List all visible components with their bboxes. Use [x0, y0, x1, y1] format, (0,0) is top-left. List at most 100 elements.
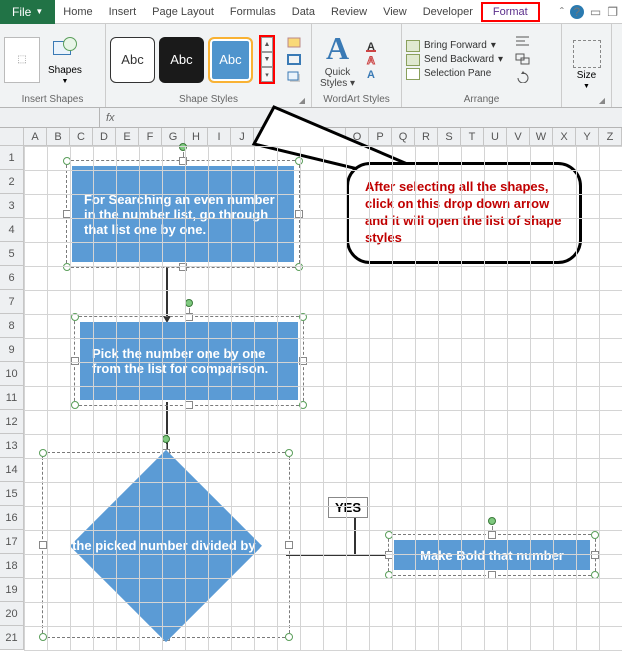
file-tab[interactable]: File ▼: [0, 0, 55, 24]
tab-format[interactable]: Format: [481, 2, 540, 22]
ribbon-collapse-icon[interactable]: ˆ: [560, 5, 564, 19]
row-header[interactable]: 10: [0, 362, 24, 386]
tab-developer[interactable]: Developer: [415, 2, 481, 22]
column-header[interactable]: B: [47, 128, 70, 145]
shape-style-2[interactable]: Abc: [159, 37, 204, 83]
select-all-corner[interactable]: [0, 128, 24, 145]
column-header[interactable]: A: [24, 128, 47, 145]
name-box[interactable]: [0, 108, 100, 127]
shape-fill-icon[interactable]: [287, 36, 307, 50]
tab-view[interactable]: View: [375, 2, 415, 22]
resize-handle[interactable]: [295, 157, 303, 165]
cells-area[interactable]: For Searching an even number in the numb…: [24, 146, 622, 650]
column-header[interactable]: F: [139, 128, 162, 145]
row-header[interactable]: 15: [0, 482, 24, 506]
column-header[interactable]: E: [116, 128, 139, 145]
resize-handle[interactable]: [71, 357, 79, 365]
rotate-icon[interactable]: [515, 71, 531, 85]
shape-gallery-panel[interactable]: ⬚: [4, 37, 40, 83]
resize-handle[interactable]: [295, 210, 303, 218]
column-header[interactable]: Z: [599, 128, 622, 145]
column-header[interactable]: V: [507, 128, 530, 145]
quick-styles-button[interactable]: A Quick Styles ▾: [320, 30, 355, 89]
row-header[interactable]: 20: [0, 602, 24, 626]
resize-handle[interactable]: [591, 551, 599, 559]
resize-handle[interactable]: [295, 263, 303, 271]
tab-page-layout[interactable]: Page Layout: [144, 2, 222, 22]
column-header[interactable]: S: [438, 128, 461, 145]
rotation-handle[interactable]: [185, 299, 193, 307]
gallery-up-icon[interactable]: ▲: [261, 37, 273, 52]
tab-review[interactable]: Review: [323, 2, 375, 22]
resize-handle[interactable]: [71, 401, 79, 409]
flowchart-diamond[interactable]: Is the picked number divided by 2?: [48, 458, 284, 632]
row-header[interactable]: 21: [0, 626, 24, 650]
column-header[interactable]: U: [484, 128, 507, 145]
column-header[interactable]: C: [70, 128, 93, 145]
column-header[interactable]: Y: [576, 128, 599, 145]
align-icon[interactable]: [515, 35, 531, 49]
shape-effects-icon[interactable]: [287, 70, 307, 84]
shape-outline-icon[interactable]: [287, 53, 307, 67]
row-header[interactable]: 17: [0, 530, 24, 554]
gallery-more-icon[interactable]: ▾: [261, 67, 273, 82]
resize-handle[interactable]: [185, 401, 193, 409]
row-header[interactable]: 16: [0, 506, 24, 530]
size-launcher-icon[interactable]: ◢: [599, 96, 605, 105]
text-fill-icon[interactable]: A: [365, 40, 381, 52]
resize-handle[interactable]: [39, 541, 47, 549]
row-header[interactable]: 13: [0, 434, 24, 458]
rotation-handle[interactable]: [162, 435, 170, 443]
column-header[interactable]: W: [530, 128, 553, 145]
row-header[interactable]: 14: [0, 458, 24, 482]
callout-annotation[interactable]: After selecting all the shapes, click on…: [346, 162, 582, 264]
text-outline-icon[interactable]: A: [365, 54, 381, 66]
resize-handle[interactable]: [285, 633, 293, 641]
row-header[interactable]: 9: [0, 338, 24, 362]
row-header[interactable]: 2: [0, 170, 24, 194]
fx-icon[interactable]: fx: [100, 112, 121, 124]
column-header[interactable]: T: [461, 128, 484, 145]
column-header[interactable]: D: [93, 128, 116, 145]
row-header[interactable]: 8: [0, 314, 24, 338]
row-header[interactable]: 6: [0, 266, 24, 290]
column-header[interactable]: H: [185, 128, 208, 145]
restore-icon[interactable]: ❐: [607, 5, 618, 19]
flowchart-box-2[interactable]: Pick the number one by one from the list…: [80, 322, 298, 400]
flowchart-box-3[interactable]: Make Bold that number: [394, 540, 590, 570]
shape-style-1[interactable]: Abc: [110, 37, 155, 83]
gallery-down-icon[interactable]: ▼: [261, 52, 273, 67]
row-header[interactable]: 11: [0, 386, 24, 410]
resize-handle[interactable]: [39, 449, 47, 457]
tab-insert[interactable]: Insert: [101, 2, 145, 22]
shapes-button[interactable]: Shapes ▼: [48, 35, 82, 85]
row-header[interactable]: 12: [0, 410, 24, 434]
resize-handle[interactable]: [285, 449, 293, 457]
send-backward-button[interactable]: Send Backward ▾: [406, 54, 503, 66]
column-header[interactable]: I: [208, 128, 231, 145]
row-header[interactable]: 5: [0, 242, 24, 266]
row-header[interactable]: 3: [0, 194, 24, 218]
size-icon[interactable]: [573, 40, 601, 68]
group-icon[interactable]: [515, 53, 531, 67]
row-header[interactable]: 18: [0, 554, 24, 578]
tab-formulas[interactable]: Formulas: [222, 2, 284, 22]
column-header[interactable]: R: [415, 128, 438, 145]
help-icon[interactable]: ?: [570, 5, 584, 19]
row-header[interactable]: 7: [0, 290, 24, 314]
selection-pane-button[interactable]: Selection Pane: [406, 68, 503, 80]
flowchart-box-1[interactable]: For Searching an even number in the numb…: [72, 166, 294, 262]
row-header[interactable]: 19: [0, 578, 24, 602]
bring-forward-button[interactable]: Bring Forward ▾: [406, 40, 503, 52]
tab-data[interactable]: Data: [284, 2, 323, 22]
rotation-handle[interactable]: [488, 517, 496, 525]
resize-handle[interactable]: [488, 531, 496, 539]
text-effects-icon[interactable]: A: [365, 68, 381, 80]
column-header[interactable]: X: [553, 128, 576, 145]
resize-handle[interactable]: [591, 531, 599, 539]
minimize-icon[interactable]: ▭: [590, 5, 601, 19]
resize-handle[interactable]: [285, 541, 293, 549]
shape-style-3-selected[interactable]: Abc: [208, 37, 253, 83]
yes-label[interactable]: YES: [328, 497, 368, 518]
row-header[interactable]: 4: [0, 218, 24, 242]
